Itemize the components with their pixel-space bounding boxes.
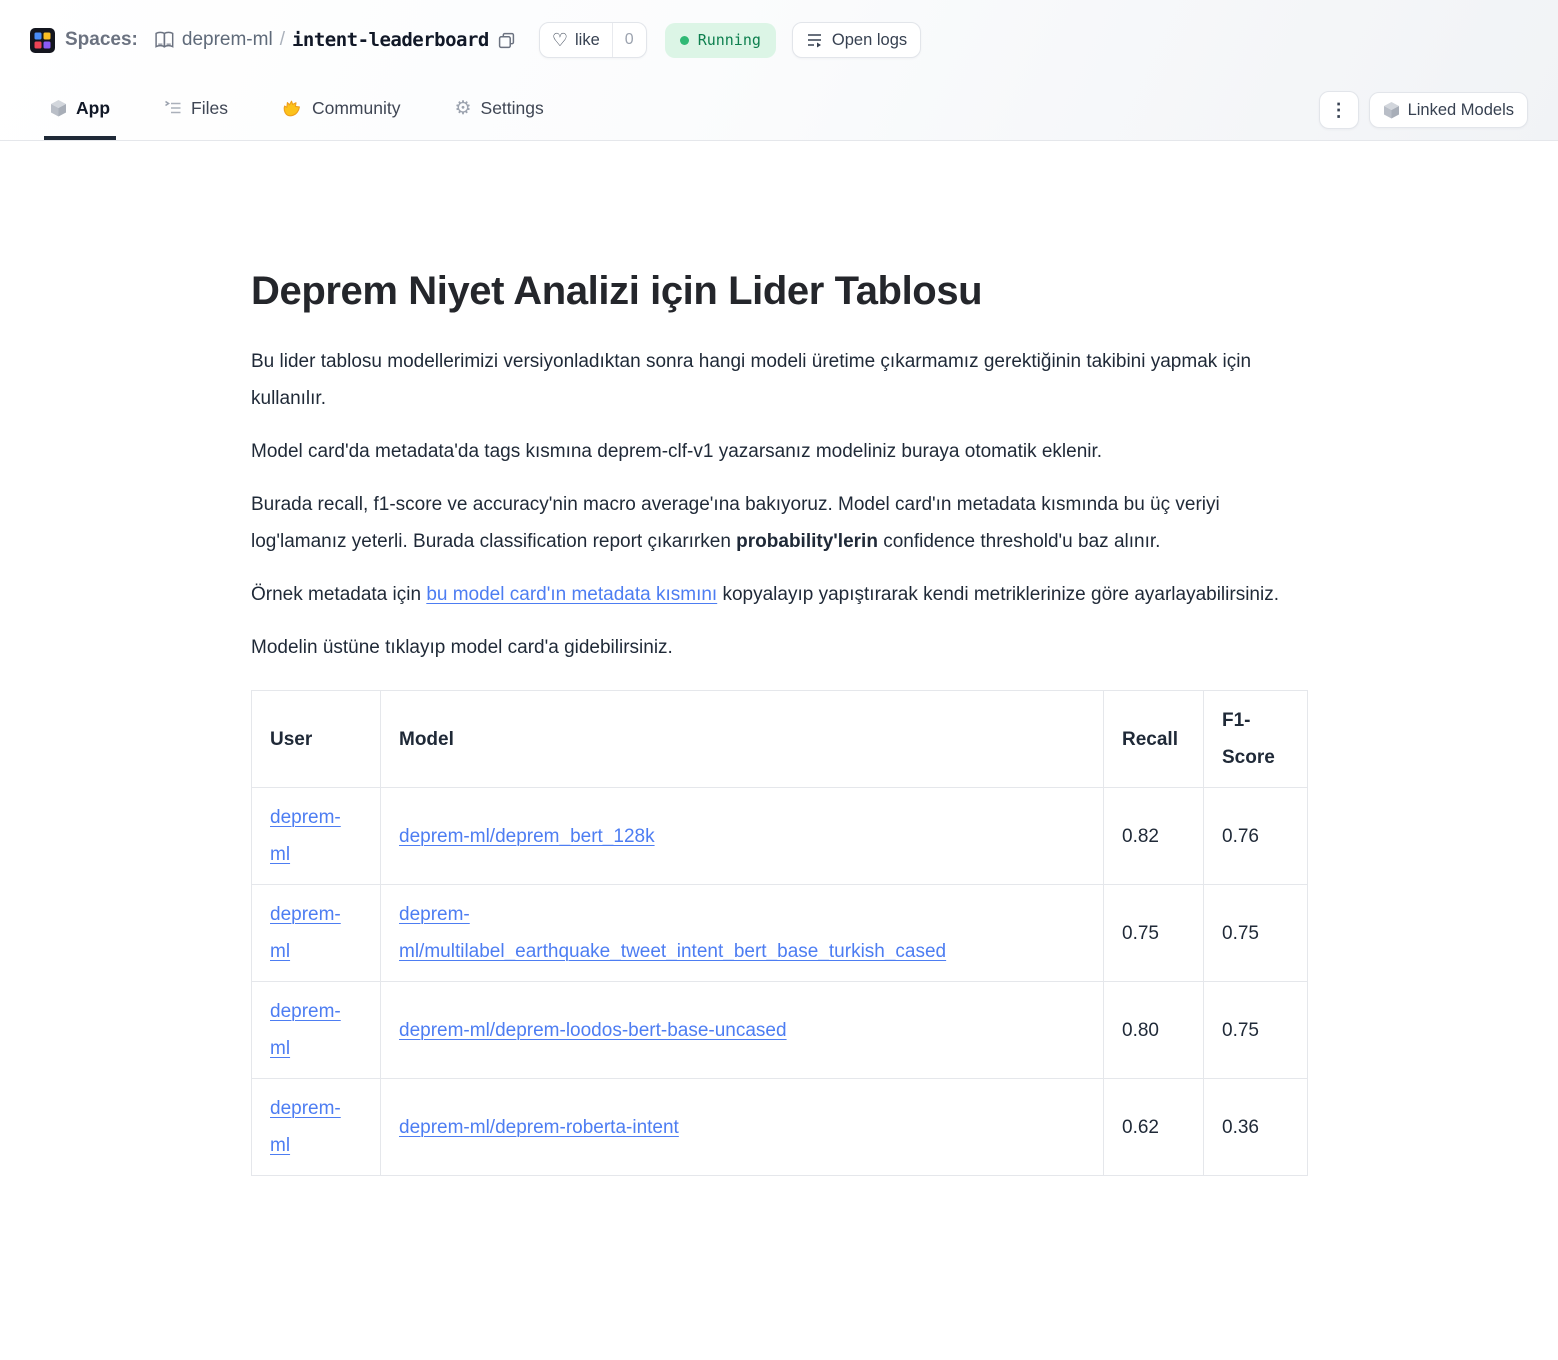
- col-header-recall: Recall: [1104, 691, 1204, 788]
- text-run: Örnek metadata için: [251, 584, 426, 605]
- inline-link[interactable]: bu model card'ın metadata kısmını: [426, 584, 717, 605]
- paragraph: Bu lider tablosu modellerimizi versiyonl…: [251, 343, 1307, 417]
- heart-icon: ♡: [552, 31, 568, 49]
- model-link[interactable]: deprem-ml/deprem_bert_128k: [399, 818, 655, 855]
- copy-icon: [498, 32, 515, 49]
- table-row: deprem-ml deprem-ml/deprem-loodos-bert-b…: [252, 982, 1308, 1079]
- open-logs-button[interactable]: Open logs: [792, 22, 921, 58]
- tab-files-label: Files: [191, 98, 228, 119]
- hf-spaces-logo-icon[interactable]: [30, 28, 55, 53]
- breadcrumb-separator: /: [280, 29, 285, 51]
- tab-files[interactable]: Files: [158, 80, 234, 140]
- tab-community[interactable]: Community: [276, 80, 407, 140]
- logs-icon: [806, 32, 824, 48]
- waving-hand-icon: [282, 98, 303, 118]
- paragraph: Burada recall, f1-score ve accuracy'nin …: [251, 486, 1307, 560]
- spaces-label[interactable]: Spaces:: [65, 29, 138, 51]
- table-row: deprem-ml deprem-ml/multilabel_earthquak…: [252, 885, 1308, 982]
- app-content: Deprem Niyet Analizi için Lider Tablosu …: [0, 141, 1558, 1176]
- model-link[interactable]: deprem-ml/multilabel_earthquake_tweet_in…: [399, 896, 999, 970]
- breadcrumb-owner-link[interactable]: deprem-ml: [182, 29, 273, 51]
- paragraph: Modelin üstüne tıklayıp model card'a gid…: [251, 629, 1307, 666]
- tab-settings[interactable]: ⚙ Settings: [448, 80, 549, 140]
- table-row: deprem-ml deprem-ml/deprem-roberta-inten…: [252, 1079, 1308, 1176]
- col-header-model: Model: [381, 691, 1104, 788]
- cube-icon: [50, 99, 67, 117]
- running-status-badge[interactable]: Running: [665, 23, 776, 58]
- f1-value: 0.76: [1204, 788, 1308, 885]
- linked-models-button[interactable]: Linked Models: [1369, 92, 1528, 128]
- paragraph: Model card'da metadata'da tags kısmına d…: [251, 433, 1307, 470]
- recall-value: 0.75: [1104, 885, 1204, 982]
- tab-app[interactable]: App: [44, 80, 116, 140]
- model-link[interactable]: deprem-ml/deprem-loodos-bert-base-uncase…: [399, 1012, 787, 1049]
- recall-value: 0.80: [1104, 982, 1204, 1079]
- text-run: Modelin üstüne tıklayıp model card'a gid…: [251, 637, 673, 658]
- file-tree-icon: [164, 100, 182, 116]
- space-name-link[interactable]: intent-leaderboard: [292, 29, 489, 51]
- f1-value: 0.75: [1204, 982, 1308, 1079]
- book-icon: [154, 31, 175, 49]
- linked-models-label: Linked Models: [1408, 101, 1514, 120]
- open-logs-label: Open logs: [832, 31, 907, 50]
- text-run: Model card'da metadata'da tags kısmına d…: [251, 441, 1102, 462]
- paragraph: Örnek metadata için bu model card'ın met…: [251, 576, 1307, 613]
- page-title: Deprem Niyet Analizi için Lider Tablosu: [251, 267, 1307, 315]
- text-run: Bu lider tablosu modellerimizi versiyonl…: [251, 351, 1251, 409]
- tab-app-label: App: [76, 98, 110, 119]
- user-link[interactable]: deprem-ml: [270, 993, 350, 1067]
- table-row: deprem-ml deprem-ml/deprem_bert_128k 0.8…: [252, 788, 1308, 885]
- description-prose: Bu lider tablosu modellerimizi versiyonl…: [251, 343, 1307, 666]
- running-dot-icon: [680, 36, 689, 45]
- col-header-user: User: [252, 691, 381, 788]
- copy-space-name-button[interactable]: [496, 30, 517, 51]
- kebab-icon: ⋮: [1330, 101, 1348, 119]
- space-header: Spaces: deprem-ml / intent-leaderboard: [0, 0, 1558, 141]
- more-options-button[interactable]: ⋮: [1319, 91, 1359, 129]
- col-header-f1: F1-Score: [1204, 691, 1308, 788]
- brand: Spaces:: [30, 28, 138, 53]
- gear-icon: ⚙: [454, 99, 471, 118]
- user-link[interactable]: deprem-ml: [270, 896, 350, 970]
- recall-value: 0.82: [1104, 788, 1204, 885]
- recall-value: 0.62: [1104, 1079, 1204, 1176]
- user-link[interactable]: deprem-ml: [270, 799, 350, 873]
- like-button[interactable]: ♡ like: [540, 23, 612, 57]
- like-count[interactable]: 0: [612, 23, 646, 57]
- tab-settings-label: Settings: [481, 98, 544, 119]
- bold-text: probability'lerin: [736, 531, 878, 552]
- leaderboard-table: User Model Recall F1-Score deprem-ml dep…: [251, 690, 1308, 1176]
- like-label: like: [575, 31, 600, 50]
- like-button-group: ♡ like 0: [539, 22, 647, 58]
- text-run: kopyalayıp yapıştırarak kendi metrikleri…: [717, 584, 1279, 605]
- text-run: confidence threshold'u baz alınır.: [878, 531, 1160, 552]
- header-right-controls: ⋮ Linked Models: [1319, 91, 1528, 129]
- f1-value: 0.75: [1204, 885, 1308, 982]
- user-link[interactable]: deprem-ml: [270, 1090, 350, 1164]
- breadcrumb: deprem-ml / intent-leaderboard: [154, 29, 517, 51]
- tab-community-label: Community: [312, 98, 401, 119]
- cube-icon: [1383, 101, 1400, 119]
- f1-value: 0.36: [1204, 1079, 1308, 1176]
- model-link[interactable]: deprem-ml/deprem-roberta-intent: [399, 1109, 679, 1146]
- tab-navigation: App Files Community ⚙ Settings: [0, 80, 1558, 140]
- top-bar: Spaces: deprem-ml / intent-leaderboard: [0, 0, 1558, 80]
- running-label: Running: [698, 31, 761, 49]
- table-header-row: User Model Recall F1-Score: [252, 691, 1308, 788]
